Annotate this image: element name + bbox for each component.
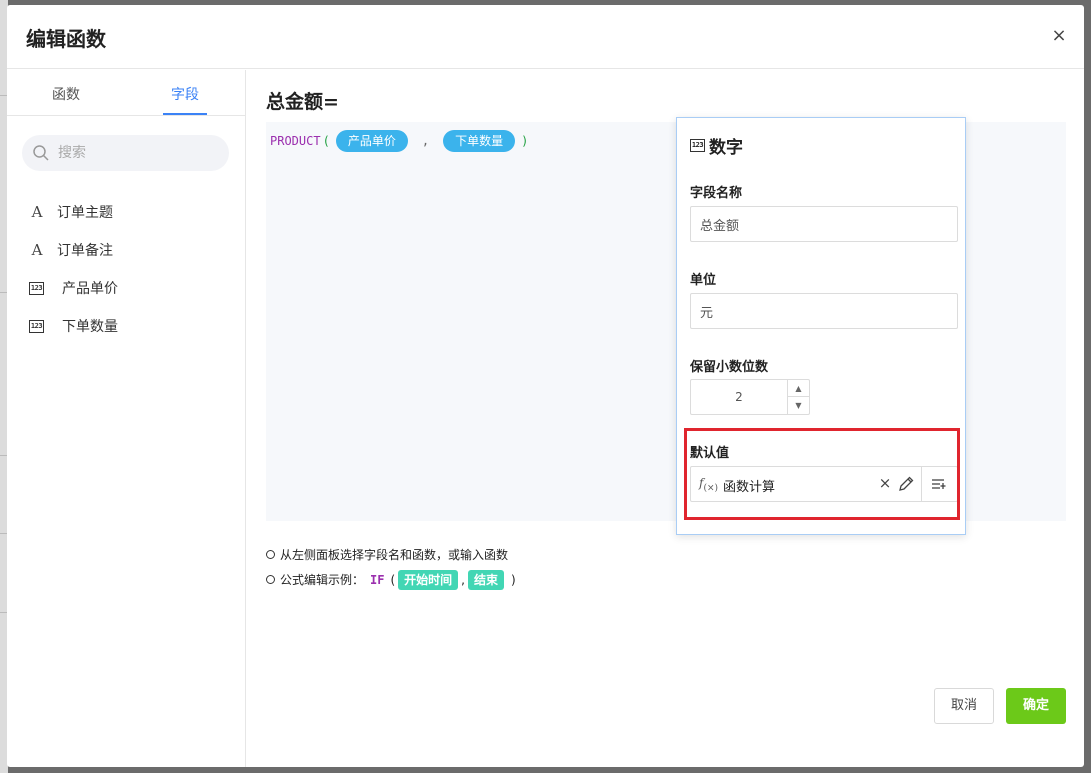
field-item-unit-price[interactable]: 123 产品单价 [27, 276, 118, 300]
arg-separator: , [421, 134, 430, 148]
field-label: 下单数量 [62, 319, 118, 335]
dialog-header: 编辑函数 × [7, 5, 1084, 69]
search-input[interactable] [58, 135, 218, 171]
field-item-order-subject[interactable]: A 订单主题 [27, 200, 113, 224]
hint-text: 公式编辑示例： [280, 573, 365, 587]
dialog-title: 编辑函数 [26, 27, 106, 51]
open-paren: ( [322, 134, 330, 148]
unit-label: 单位 [690, 273, 717, 288]
example-arg-chip: 结束 [468, 569, 505, 590]
left-panel: 函数 字段 A 订单主题 A 订单备注 123 产品单价 123 下单数量 [7, 70, 246, 767]
hints: 从左侧面板选择字段名和函数，或输入函数 公式编辑示例： IF ( 开始时间 , … [266, 542, 516, 592]
hint-text: 从左侧面板选择字段名和函数，或输入函数 [280, 548, 509, 562]
confirm-button[interactable]: 确定 [1006, 688, 1066, 724]
stepper-buttons: ▲ ▼ [787, 380, 809, 414]
field-label: 订单备注 [57, 243, 113, 259]
field-name-label: 字段名称 [690, 186, 743, 201]
decimals-stepper[interactable]: 2 ▲ ▼ [690, 379, 810, 415]
text-icon: A [31, 241, 43, 259]
hint-example-line: 公式编辑示例： IF ( 开始时间 , 结束 ) [266, 567, 516, 592]
field-label: 订单主题 [57, 205, 113, 221]
popover-title: 123 数字 [690, 133, 743, 158]
close-paren: ) [521, 134, 529, 148]
number-icon: 123 [29, 281, 44, 295]
tab-fields[interactable]: 字段 [171, 84, 199, 104]
decimals-value[interactable]: 2 [691, 380, 787, 414]
bullet-circle-icon [266, 575, 275, 584]
field-label: 产品单价 [62, 281, 118, 297]
hint-line: 从左侧面板选择字段名和函数，或输入函数 [266, 542, 516, 567]
formula-code: PRODUCT ( 产品单价 , 下单数量 ) [270, 130, 530, 152]
edit-function-dialog: 编辑函数 × 函数 字段 A 订单主题 A 订单备注 123 产品单价 [7, 5, 1084, 767]
field-item-order-qty[interactable]: 123 下单数量 [27, 314, 118, 338]
field-name-input[interactable] [690, 206, 958, 242]
number-icon: 123 [29, 319, 44, 333]
tab-bar: 函数 字段 [7, 70, 245, 116]
highlight-annotation-box [684, 428, 960, 520]
decimals-label: 保留小数位数 [690, 360, 769, 375]
example-function: IF [370, 572, 385, 587]
cancel-button[interactable]: 取消 [934, 688, 994, 724]
decrement-chevron-down-icon[interactable]: ▼ [788, 397, 809, 414]
increment-chevron-up-icon[interactable]: ▲ [788, 380, 809, 397]
close-icon: × [1051, 25, 1067, 46]
formula-arg-chip[interactable]: 产品单价 [335, 130, 408, 152]
active-tab-indicator [163, 113, 207, 115]
number-icon: 123 [690, 139, 705, 152]
formula-title: 总金额= [266, 91, 339, 113]
unit-input[interactable] [690, 293, 958, 329]
example-open-paren: ( [390, 572, 396, 587]
tab-functions[interactable]: 函数 [52, 84, 80, 104]
bullet-circle-icon [266, 550, 275, 559]
search-icon [33, 145, 49, 161]
formula-arg-chip[interactable]: 下单数量 [443, 130, 516, 152]
example-separator: , [461, 572, 465, 587]
text-icon: A [31, 203, 43, 221]
function-name: PRODUCT [270, 134, 321, 148]
field-item-order-note[interactable]: A 订单备注 [27, 238, 113, 262]
close-button[interactable]: × [1048, 25, 1070, 47]
example-arg-chip: 开始时间 [398, 569, 459, 590]
example-close-paren: ) [511, 572, 516, 587]
popover-title-text: 数字 [709, 138, 743, 158]
search-box [22, 135, 229, 171]
